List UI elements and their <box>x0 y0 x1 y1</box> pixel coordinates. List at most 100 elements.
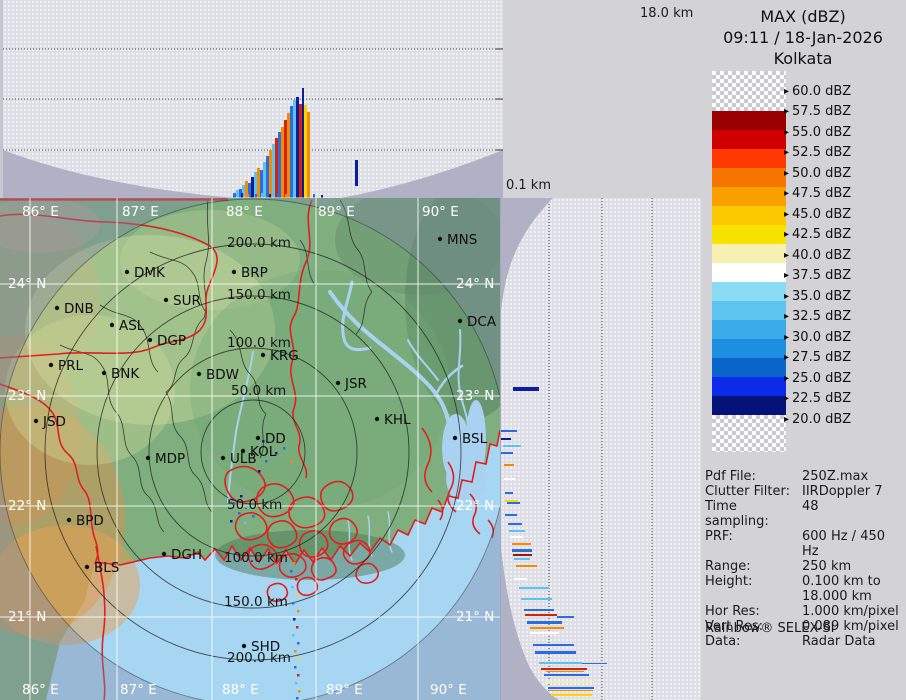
legend-entry-label: 35.0 dBZ <box>792 289 851 304</box>
echo-bar <box>236 190 239 198</box>
legend-entry-label: 25.0 dBZ <box>792 371 851 386</box>
echo-bar <box>313 194 315 198</box>
metadata-row: Height:0.100 km to <box>705 574 905 589</box>
echo-bar <box>505 492 513 494</box>
city-label: BNK <box>111 366 140 382</box>
echo-bar <box>269 194 271 198</box>
echo-bar <box>512 549 532 552</box>
city-marker <box>146 456 150 460</box>
metadata-row: PRF:600 Hz / 450 Hz <box>705 529 905 559</box>
metadata-value: 250 km <box>802 559 905 574</box>
echo-bar <box>290 106 293 198</box>
city-marker <box>162 552 166 556</box>
right-projection-plot <box>501 198 701 700</box>
echo-bar <box>281 127 284 198</box>
metadata-row: Time sampling:48 <box>705 499 905 529</box>
echo-bar <box>544 674 589 676</box>
city-label: MNS <box>447 232 477 248</box>
city-marker <box>232 270 236 274</box>
legend-swatch <box>712 111 786 130</box>
city-marker <box>49 363 53 367</box>
latitude-label-left: 22° N <box>8 498 46 514</box>
echo-bar <box>513 554 532 556</box>
metadata-value: 0.100 km to <box>802 574 905 589</box>
metadata-row: Clutter Filter:IIRDoppler 7 <box>705 484 905 499</box>
city-marker <box>453 436 457 440</box>
echo-bar <box>546 671 584 672</box>
right-height-projection-panel <box>500 198 701 700</box>
city-marker <box>197 372 201 376</box>
legend-entry-label: 37.5 dBZ <box>792 268 851 283</box>
city-marker <box>336 381 340 385</box>
latitude-label-right: 22° N <box>456 498 494 514</box>
city-label: DGH <box>171 547 202 563</box>
city-label: SUR <box>173 293 201 309</box>
echo-bar <box>278 132 281 198</box>
metadata-label: Hor Res: <box>705 604 802 619</box>
echo-bar <box>548 687 594 689</box>
echo-bar <box>503 445 521 447</box>
echo-speck <box>240 495 243 498</box>
echo-speck <box>230 520 233 523</box>
longitude-label-top: 88° E <box>226 204 263 220</box>
legend-entry: ▸40.0 dBZ <box>784 247 851 263</box>
echo-speck <box>296 626 299 629</box>
legend-swatch <box>712 358 786 377</box>
city-label: DGP <box>157 333 186 349</box>
legend-entry: ▸37.5 dBZ <box>784 268 851 284</box>
echo-bar <box>525 614 557 616</box>
legend-entry: ▸32.5 dBZ <box>784 309 851 325</box>
city-label: BPD <box>76 513 104 529</box>
legend-swatch <box>712 244 786 263</box>
echo-bar <box>512 543 531 545</box>
city-marker <box>67 518 71 522</box>
legend-entry-label: 55.0 dBZ <box>792 125 851 140</box>
echo-bar <box>233 193 236 198</box>
city-marker <box>164 298 168 302</box>
legend-tick-arrow-icon: ▸ <box>784 373 789 384</box>
city-label: DCA <box>467 314 497 330</box>
longitude-label-top: 90° E <box>422 204 459 220</box>
city-label: KHL <box>384 412 411 428</box>
echo-bar <box>275 138 278 198</box>
metadata-value: Radar Data <box>802 634 905 649</box>
echo-speck <box>290 460 293 463</box>
echo-bar <box>533 644 574 646</box>
echo-speck <box>252 515 255 518</box>
legend-entry-label: 30.0 dBZ <box>792 330 851 345</box>
echo-bar <box>510 536 523 538</box>
legend-entry: ▸20.0 dBZ <box>784 411 851 427</box>
metadata-label: Time sampling: <box>705 499 802 529</box>
range-ring-label: 50.0 km <box>231 383 286 399</box>
legend-tick-arrow-icon: ▸ <box>784 127 789 138</box>
legend-swatch <box>712 187 786 206</box>
legend-tick-arrow-icon: ▸ <box>784 291 789 302</box>
echo-bar <box>505 500 518 502</box>
echo-bar <box>507 502 520 504</box>
echo-bar <box>545 681 592 683</box>
echo-bar <box>302 88 304 198</box>
legend-swatch <box>712 225 786 244</box>
echo-bar <box>299 104 302 198</box>
echo-bar <box>277 193 279 198</box>
echo-bar <box>501 430 517 432</box>
latitude-label-right: 24° N <box>456 276 494 292</box>
echo-speck <box>290 570 293 573</box>
legend-tick-arrow-icon: ▸ <box>784 311 789 322</box>
legend-tick-arrow-icon: ▸ <box>784 147 789 158</box>
echo-bar <box>307 112 310 198</box>
latitude-label-left: 21° N <box>8 609 46 625</box>
echo-bar <box>551 694 592 696</box>
legend-swatch-above-max <box>712 71 786 111</box>
legend-swatch <box>712 377 786 396</box>
echo-bar <box>254 172 257 198</box>
city-label: JSD <box>42 414 66 430</box>
metadata-label: Range: <box>705 559 802 574</box>
echo-bar <box>296 97 299 198</box>
echo-bar <box>514 558 530 560</box>
longitude-label-bottom: 90° E <box>430 682 467 698</box>
echo-speck <box>262 440 265 443</box>
legend-tick-arrow-icon: ▸ <box>784 270 789 281</box>
right-height-gridlines <box>549 198 652 700</box>
city-label: ASL <box>119 318 145 334</box>
